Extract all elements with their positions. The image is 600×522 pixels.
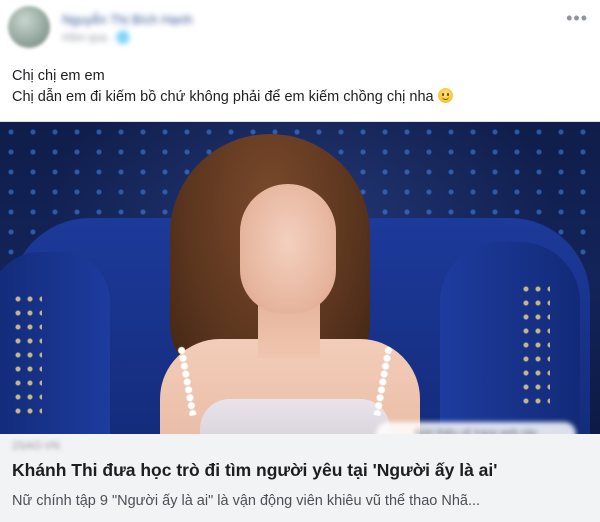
post-text-line-1: Chị chị em em [12,68,105,84]
post-timestamp[interactable]: Hôm qua · 🌐 [62,31,130,44]
more-horizontal-icon[interactable]: ••• [566,8,588,29]
woman-figure [140,134,440,434]
link-preview-image[interactable]: Giới thiệu về trang web này [0,122,600,434]
link-title[interactable]: Khánh Thi đưa học trò đi tìm người yêu t… [12,460,592,481]
image-overlay-caption: Giới thiệu về trang web này [376,422,576,434]
smile-emoji-icon [437,88,453,103]
dress [200,399,390,434]
post-header: Nguyễn Thị Bích Hạnh Hôm qua · 🌐 ••• [0,0,600,60]
post-text-line-2-text: Chị dẫn em đi kiếm bồ chứ không phải để … [12,89,434,105]
face [240,184,336,314]
post-text-line-2: Chị dẫn em đi kiếm bồ chứ không phải để … [12,87,582,108]
sofa-studs-right [520,282,550,412]
author-name[interactable]: Nguyễn Thị Bích Hạnh [62,12,193,27]
sofa-studs-left [12,292,42,422]
post-message: Chị chị em em Chị dẫn em đi kiếm bồ chứ … [12,66,582,108]
link-description: Nữ chính tập 9 "Người ấy là ai" là vận đ… [12,493,481,509]
author-avatar[interactable] [8,6,50,48]
link-domain: 2SAO.VN [12,440,60,452]
sofa-arm-right [440,242,580,434]
link-preview-card[interactable]: Giới thiệu về trang web này 2SAO.VN Khán… [0,121,600,522]
